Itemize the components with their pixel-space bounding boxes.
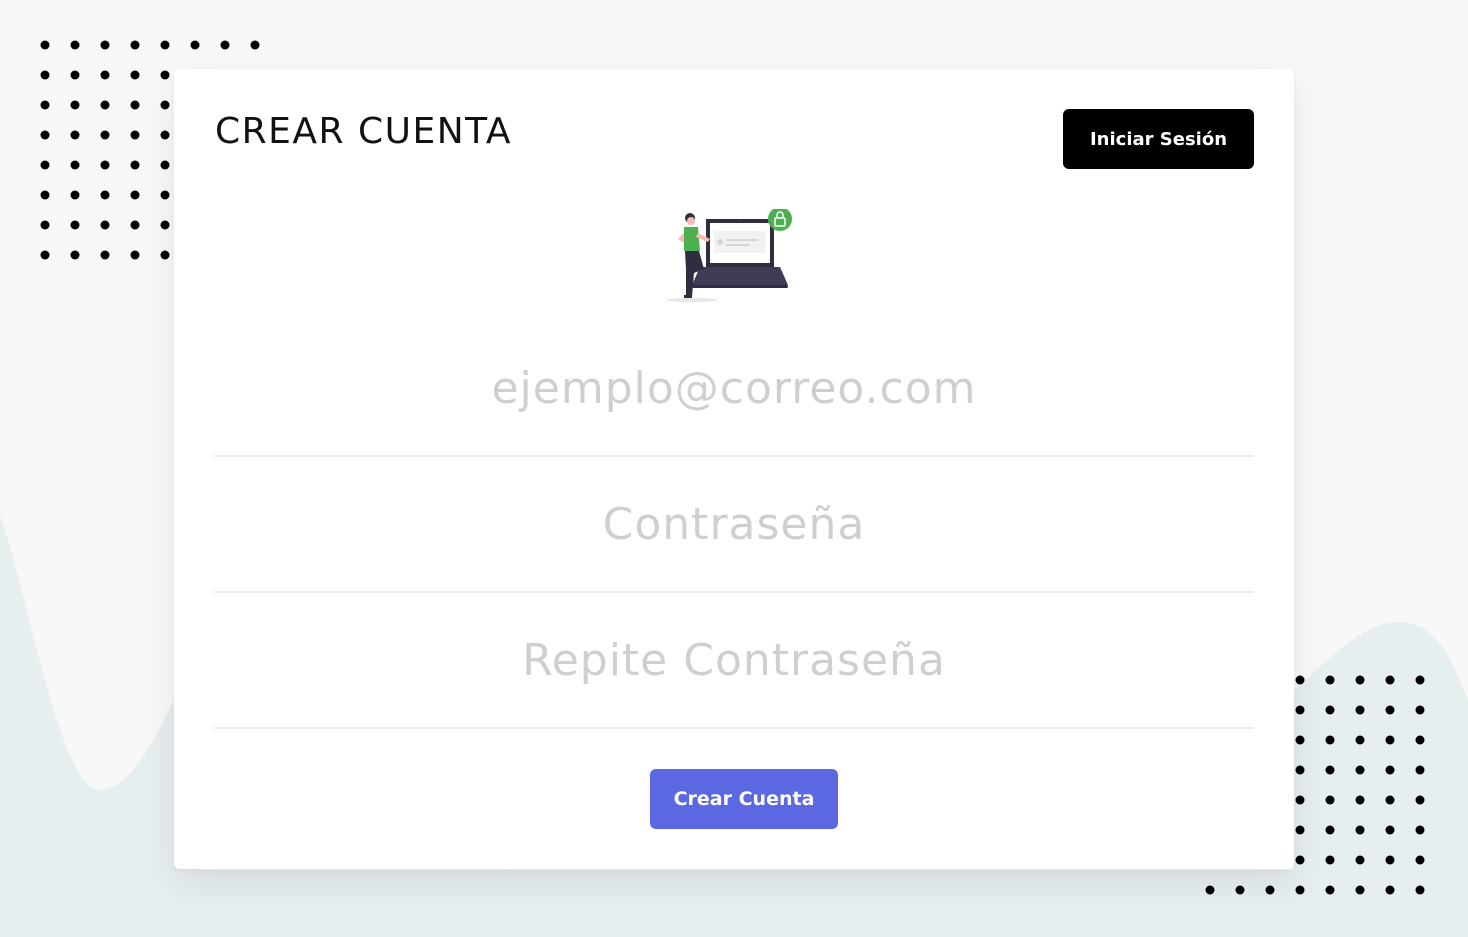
decorative-dot bbox=[130, 130, 140, 140]
decorative-dot bbox=[100, 100, 110, 110]
decorative-dot bbox=[1415, 705, 1425, 715]
password-field-row bbox=[214, 457, 1254, 593]
decorative-dot bbox=[1385, 885, 1395, 895]
decorative-dot bbox=[130, 190, 140, 200]
create-account-button[interactable]: Crear Cuenta bbox=[650, 769, 838, 829]
decorative-dot bbox=[100, 40, 110, 50]
page-title: CREAR CUENTA bbox=[215, 111, 512, 152]
decorative-dot bbox=[1415, 825, 1425, 835]
decorative-dot bbox=[1295, 885, 1305, 895]
decorative-dot bbox=[130, 70, 140, 80]
decorative-dot bbox=[160, 220, 170, 230]
decorative-dot bbox=[1355, 735, 1365, 745]
repeat-password-field[interactable] bbox=[214, 593, 1254, 727]
decorative-dot bbox=[1415, 795, 1425, 805]
decorative-dot bbox=[70, 40, 80, 50]
woman-with-laptop-lock-illustration bbox=[666, 209, 792, 302]
email-field[interactable] bbox=[214, 321, 1254, 455]
decorative-dot bbox=[1325, 705, 1335, 715]
decorative-dot bbox=[1415, 675, 1425, 685]
decorative-dot bbox=[130, 40, 140, 50]
decorative-dot bbox=[1385, 705, 1395, 715]
decorative-dot bbox=[1355, 705, 1365, 715]
decorative-dot bbox=[100, 160, 110, 170]
email-field-row bbox=[214, 321, 1254, 457]
decorative-dot bbox=[70, 220, 80, 230]
decorative-dot bbox=[160, 70, 170, 80]
decorative-dot bbox=[160, 250, 170, 260]
decorative-dot bbox=[1295, 825, 1305, 835]
decorative-dot bbox=[1325, 825, 1335, 835]
decorative-dot bbox=[1385, 795, 1395, 805]
decorative-dot bbox=[1385, 735, 1395, 745]
decorative-dot bbox=[1325, 885, 1335, 895]
decorative-dot bbox=[40, 190, 50, 200]
decorative-dot bbox=[40, 160, 50, 170]
decorative-dot bbox=[1325, 795, 1335, 805]
decorative-dot bbox=[40, 130, 50, 140]
decorative-dot bbox=[1415, 765, 1425, 775]
decorative-dot bbox=[1415, 855, 1425, 865]
decorative-dot bbox=[1415, 885, 1425, 895]
decorative-dot bbox=[1385, 675, 1395, 685]
decorative-dot bbox=[1355, 765, 1365, 775]
decorative-dot bbox=[160, 130, 170, 140]
decorative-dot bbox=[40, 220, 50, 230]
decorative-dot bbox=[1355, 825, 1365, 835]
decorative-dot bbox=[1295, 675, 1305, 685]
decorative-dot bbox=[40, 70, 50, 80]
repeat-password-field-row bbox=[214, 593, 1254, 729]
decorative-dot bbox=[160, 100, 170, 110]
decorative-dot bbox=[1385, 765, 1395, 775]
decorative-dot bbox=[70, 100, 80, 110]
decorative-dot bbox=[1355, 885, 1365, 895]
decorative-dot bbox=[1355, 675, 1365, 685]
decorative-dot bbox=[1325, 735, 1335, 745]
decorative-dot bbox=[100, 220, 110, 230]
decorative-dot bbox=[1355, 855, 1365, 865]
decorative-dot bbox=[160, 160, 170, 170]
decorative-dot bbox=[100, 70, 110, 80]
decorative-dot bbox=[70, 70, 80, 80]
decorative-dot bbox=[100, 190, 110, 200]
decorative-dot bbox=[40, 100, 50, 110]
decorative-dot bbox=[1325, 675, 1335, 685]
decorative-dot bbox=[220, 40, 230, 50]
decorative-dot bbox=[190, 40, 200, 50]
decorative-dot bbox=[1265, 885, 1275, 895]
decorative-dot bbox=[130, 250, 140, 260]
decorative-dot bbox=[1295, 735, 1305, 745]
decorative-dot bbox=[70, 130, 80, 140]
decorative-dot bbox=[1325, 855, 1335, 865]
decorative-dot bbox=[1385, 855, 1395, 865]
decorative-dot bbox=[100, 130, 110, 140]
decorative-dot bbox=[160, 190, 170, 200]
decorative-dot bbox=[100, 250, 110, 260]
decorative-dot bbox=[40, 250, 50, 260]
decorative-dot bbox=[130, 160, 140, 170]
decorative-dot bbox=[1295, 795, 1305, 805]
decorative-dot bbox=[70, 160, 80, 170]
decorative-dot bbox=[1385, 825, 1395, 835]
login-button[interactable]: Iniciar Sesión bbox=[1063, 109, 1254, 169]
decorative-dot bbox=[70, 190, 80, 200]
decorative-dot bbox=[1295, 765, 1305, 775]
password-field[interactable] bbox=[214, 457, 1254, 591]
decorative-dot bbox=[1415, 735, 1425, 745]
decorative-dot bbox=[1235, 885, 1245, 895]
signup-card: CREAR CUENTA Iniciar Sesión Crear Cuen bbox=[174, 69, 1294, 869]
decorative-dot bbox=[1295, 705, 1305, 715]
decorative-dot bbox=[1325, 765, 1335, 775]
decorative-dot bbox=[130, 100, 140, 110]
decorative-dot bbox=[1205, 885, 1215, 895]
decorative-dot bbox=[160, 40, 170, 50]
decorative-dot bbox=[1355, 795, 1365, 805]
decorative-dot bbox=[250, 40, 260, 50]
decorative-dot bbox=[1295, 855, 1305, 865]
decorative-dot bbox=[130, 220, 140, 230]
decorative-dot bbox=[70, 250, 80, 260]
decorative-dot bbox=[40, 40, 50, 50]
